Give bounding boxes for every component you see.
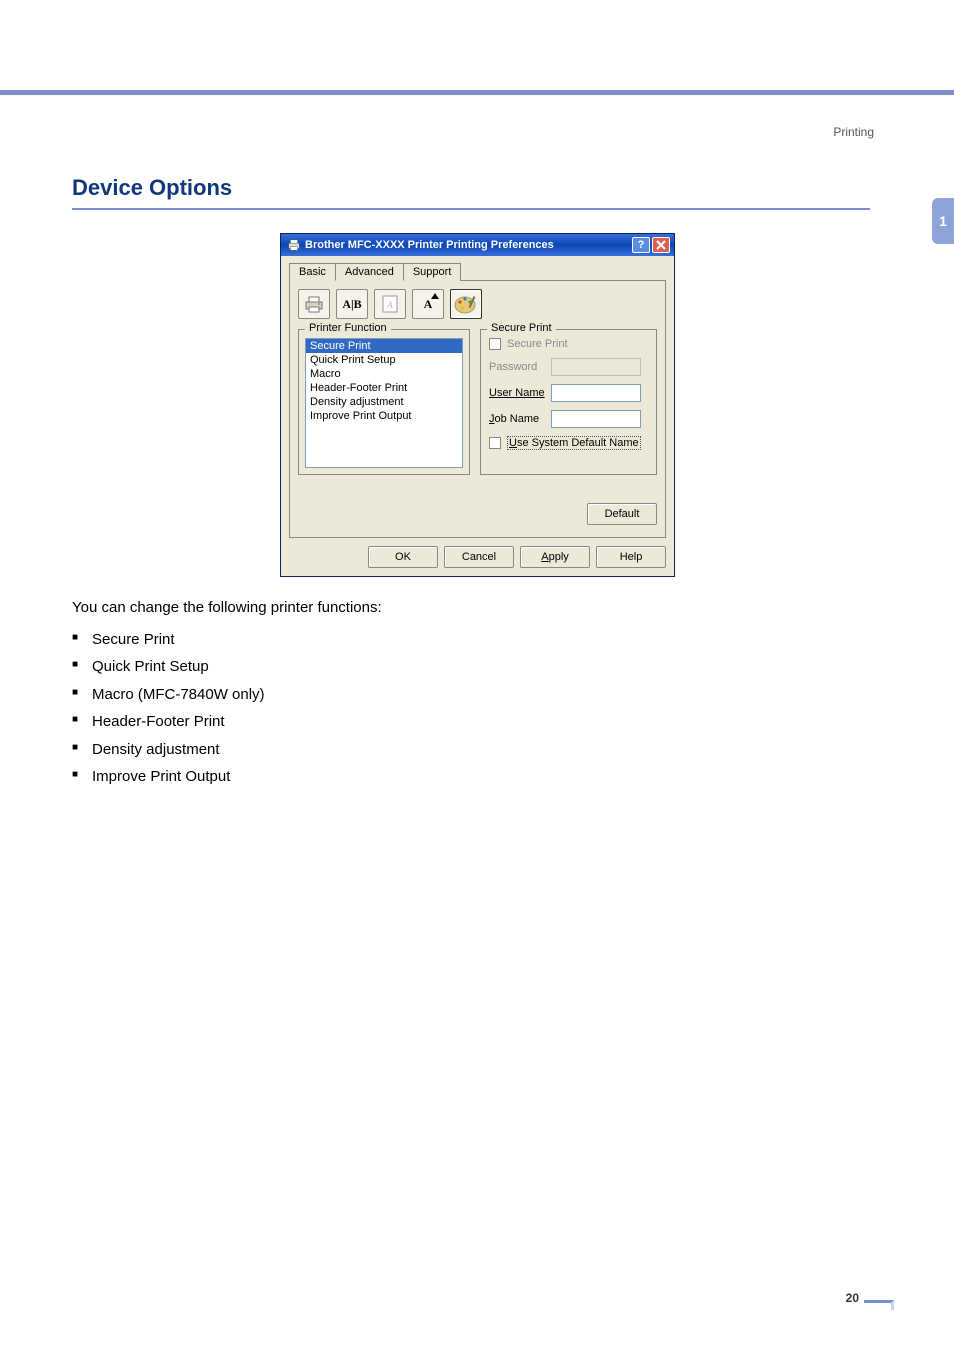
ok-button[interactable]: OK: [368, 546, 438, 568]
list-item[interactable]: Improve Print Output: [306, 409, 462, 423]
tab-support[interactable]: Support: [403, 263, 462, 281]
password-label: Password: [489, 361, 551, 373]
duplex-icon-button[interactable]: A|B: [336, 289, 368, 319]
use-system-default-label: Use System Default Name: [507, 436, 641, 450]
chapter-side-tab: 1: [932, 198, 954, 244]
secure-print-checkbox-row: Secure Print: [489, 338, 648, 350]
job-name-label: Job Name: [489, 413, 551, 425]
list-item[interactable]: Macro: [306, 367, 462, 381]
list-item: Density adjustment: [72, 737, 872, 763]
printer-icon: [303, 294, 325, 314]
tab-basic[interactable]: Basic: [289, 263, 336, 281]
help-button[interactable]: Help: [596, 546, 666, 568]
use-system-default-checkbox[interactable]: [489, 437, 501, 449]
list-item: Macro (MFC-7840W only): [72, 682, 872, 708]
list-item[interactable]: Quick Print Setup: [306, 353, 462, 367]
body-text: You can change the following printer fun…: [72, 595, 872, 792]
breadcrumb: Printing: [833, 125, 874, 139]
list-item[interactable]: Secure Print: [306, 339, 462, 353]
use-system-default-row: Use System Default Name: [489, 436, 648, 450]
section-title-underline: [72, 208, 870, 210]
printer-function-legend: Printer Function: [305, 322, 391, 334]
dialog-title: Brother MFC-XXXX Printer Printing Prefer…: [305, 239, 632, 251]
tab-row: Basic Advanced Support: [289, 262, 666, 280]
body-intro: You can change the following printer fun…: [72, 595, 872, 621]
device-options-icon-button[interactable]: [450, 289, 482, 319]
page-setting-icon-button[interactable]: A: [412, 289, 444, 319]
job-name-field[interactable]: [551, 410, 641, 428]
svg-text:A: A: [386, 300, 393, 310]
cancel-button[interactable]: Cancel: [444, 546, 514, 568]
secure-print-legend: Secure Print: [487, 322, 556, 334]
top-accent-bar: [0, 90, 954, 95]
list-item[interactable]: Density adjustment: [306, 395, 462, 409]
list-item: Improve Print Output: [72, 764, 872, 790]
list-item: Header-Footer Print: [72, 709, 872, 735]
tab-advanced[interactable]: Advanced: [335, 263, 404, 281]
printer-app-icon: [287, 238, 301, 252]
printer-function-list[interactable]: Secure Print Quick Print Setup Macro Hea…: [305, 338, 463, 468]
palette-icon: [453, 293, 479, 315]
dialog-titlebar: Brother MFC-XXXX Printer Printing Prefer…: [281, 234, 674, 256]
secure-print-panel: Secure Print Secure Print Password User …: [480, 329, 657, 475]
user-name-field[interactable]: [551, 384, 641, 402]
secure-print-checkbox-label: Secure Print: [507, 338, 568, 350]
password-row: Password: [489, 358, 648, 376]
font-increase-icon: A: [424, 297, 433, 312]
icon-toolbar: A|B A A: [298, 289, 657, 319]
printer-function-fieldset: Printer Function Secure Print Quick Prin…: [298, 329, 470, 475]
close-icon: [656, 240, 666, 250]
body-list: Secure Print Quick Print Setup Macro (MF…: [72, 627, 872, 790]
printing-preferences-dialog: Brother MFC-XXXX Printer Printing Prefer…: [280, 233, 675, 577]
list-item: Secure Print: [72, 627, 872, 653]
job-name-row: Job Name: [489, 410, 648, 428]
watermark-icon: A: [379, 294, 401, 314]
list-item[interactable]: Header-Footer Print: [306, 381, 462, 395]
user-name-row: User Name: [489, 384, 648, 402]
watermark-icon-button[interactable]: A: [374, 289, 406, 319]
page-number: 20: [846, 1291, 859, 1305]
list-item: Quick Print Setup: [72, 654, 872, 680]
page-number-tick: [864, 1300, 894, 1310]
apply-button[interactable]: Apply: [520, 546, 590, 568]
user-name-label: User Name: [489, 387, 551, 399]
section-title: Device Options: [72, 175, 232, 201]
titlebar-close-button[interactable]: [652, 237, 670, 253]
ab-icon: A|B: [342, 297, 361, 312]
titlebar-help-button[interactable]: ?: [632, 237, 650, 253]
default-button[interactable]: Default: [587, 503, 657, 525]
print-quality-icon-button[interactable]: [298, 289, 330, 319]
secure-print-checkbox[interactable]: [489, 338, 501, 350]
password-field: [551, 358, 641, 376]
advanced-tab-panel: A|B A A: [289, 280, 666, 538]
